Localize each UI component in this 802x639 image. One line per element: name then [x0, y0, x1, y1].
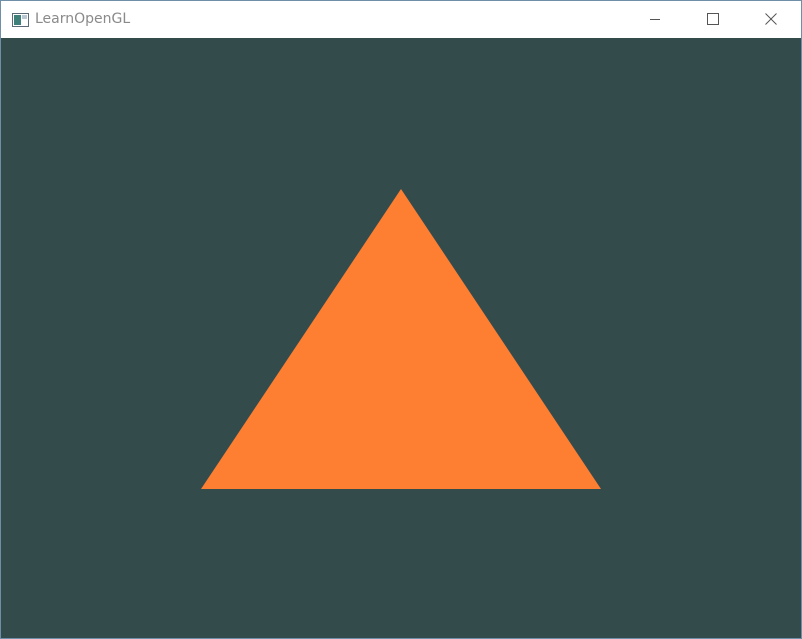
minimize-icon: [649, 10, 661, 29]
maximize-icon: [707, 10, 719, 29]
close-icon: [765, 10, 777, 29]
gl-viewport[interactable]: [1, 38, 801, 638]
minimize-button[interactable]: [626, 1, 684, 38]
window-title: LearnOpenGL: [35, 11, 131, 27]
app-window: LearnOpenGL: [0, 0, 802, 639]
maximize-button[interactable]: [684, 1, 742, 38]
close-button[interactable]: [742, 1, 800, 38]
gl-canvas: [1, 38, 801, 638]
app-window-icon: [12, 12, 29, 27]
title-bar[interactable]: LearnOpenGL: [1, 1, 801, 38]
